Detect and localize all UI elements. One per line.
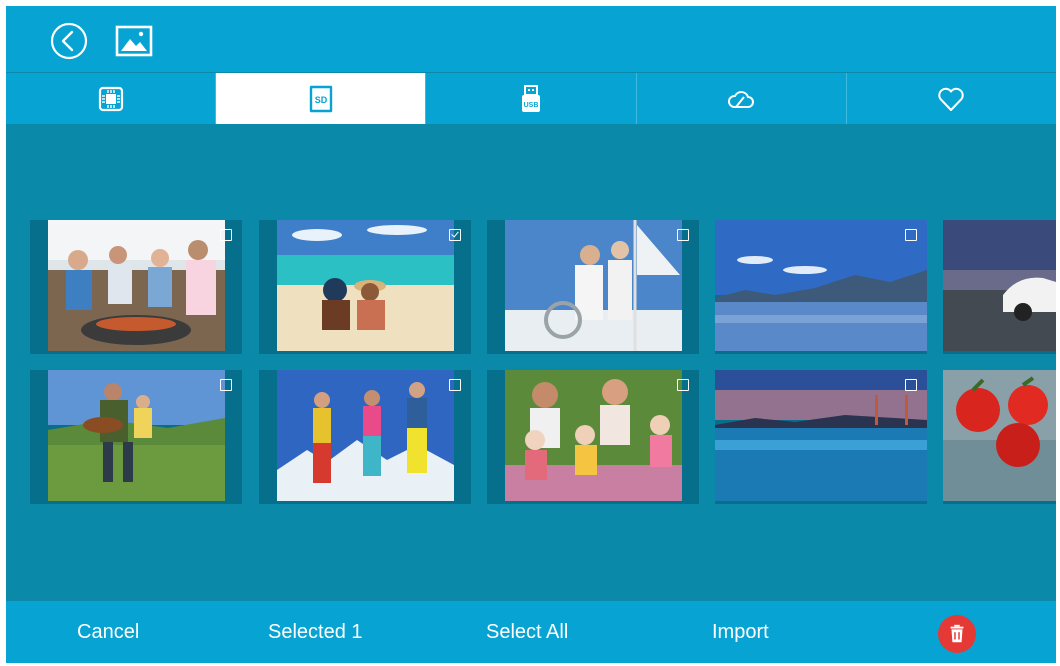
- photo-thumbnail: [943, 370, 1056, 501]
- tab-sd-card[interactable]: SD: [216, 73, 427, 124]
- photo-tile[interactable]: [487, 370, 699, 504]
- photo-checkbox[interactable]: [449, 229, 461, 241]
- photo-thumbnail: [715, 370, 927, 501]
- photo-thumbnail: [277, 220, 454, 351]
- photo-tile[interactable]: [259, 220, 471, 354]
- photo-checkbox[interactable]: [449, 379, 461, 391]
- sd-card-icon: SD: [309, 85, 332, 112]
- cancel-button[interactable]: Cancel: [77, 601, 139, 663]
- tab-usb[interactable]: USB: [426, 73, 637, 124]
- photo-thumbnail: [48, 220, 225, 351]
- delete-button[interactable]: [938, 615, 976, 653]
- photo-tile[interactable]: [30, 370, 242, 504]
- photo-checkbox[interactable]: [220, 229, 232, 241]
- cloud-icon: [728, 90, 755, 108]
- photo-checkbox[interactable]: [677, 229, 689, 241]
- photo-tile[interactable]: [715, 370, 927, 504]
- photo-tile[interactable]: [943, 220, 1056, 354]
- top-bar: [6, 6, 1056, 72]
- back-circle-icon: [50, 22, 88, 60]
- tab-favorites[interactable]: [847, 73, 1056, 124]
- photo-thumbnail: [715, 220, 927, 351]
- bottom-action-bar: Cancel Selected 1 Select All Import: [6, 601, 1056, 663]
- image-gallery-icon: [115, 25, 153, 57]
- heart-icon: [938, 87, 965, 111]
- photo-checkbox[interactable]: [905, 229, 917, 241]
- app-window: SD USB Cancel Selected 1 Select All Impo…: [6, 6, 1056, 663]
- select-all-button[interactable]: Select All: [486, 601, 568, 663]
- back-button[interactable]: [50, 22, 88, 60]
- internal-memory-icon: [98, 86, 123, 111]
- storage-tabs: SD USB: [6, 73, 1056, 124]
- photo-tile[interactable]: [715, 220, 927, 354]
- usb-label: USB: [524, 102, 539, 109]
- tab-internal-memory[interactable]: [6, 73, 217, 124]
- photo-checkbox[interactable]: [220, 379, 232, 391]
- gallery-button[interactable]: [115, 22, 153, 60]
- photo-tile[interactable]: [30, 220, 242, 354]
- photo-grid: [6, 220, 1056, 510]
- selected-count: Selected 1: [268, 621, 363, 643]
- photo-thumbnail: [505, 370, 682, 501]
- sd-card-label: SD: [315, 95, 328, 105]
- trash-icon: [950, 624, 964, 643]
- photo-thumbnail: [943, 220, 1056, 351]
- photo-thumbnail: [505, 220, 682, 351]
- photo-thumbnail: [48, 370, 225, 501]
- tab-cloud[interactable]: [637, 73, 847, 124]
- usb-drive-icon: USB: [522, 84, 540, 112]
- import-button[interactable]: Import: [712, 601, 769, 663]
- photo-thumbnail: [277, 370, 454, 501]
- photo-tile[interactable]: [943, 370, 1056, 504]
- photo-checkbox[interactable]: [677, 379, 689, 391]
- photo-tile[interactable]: [259, 370, 471, 504]
- photo-checkbox[interactable]: [905, 379, 917, 391]
- photo-tile[interactable]: [487, 220, 699, 354]
